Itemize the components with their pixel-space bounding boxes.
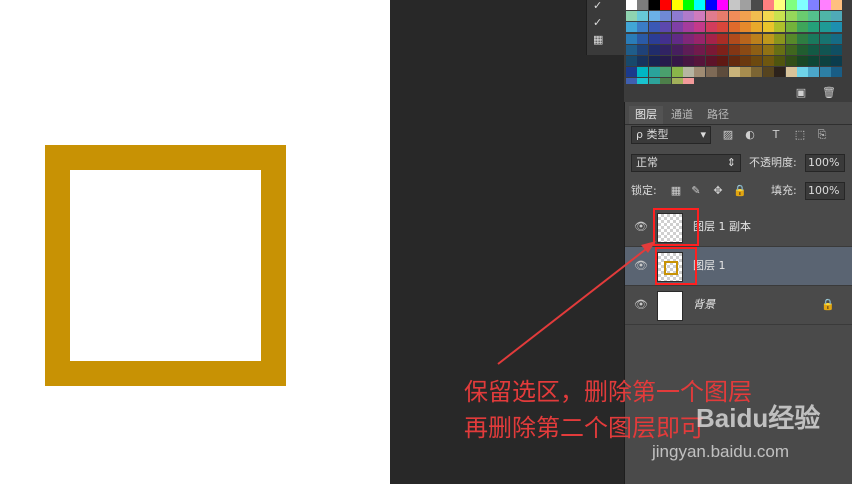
watermark-url: jingyan.baidu.com (652, 442, 790, 461)
baidu-logo-watermark: Baidu经验 (696, 403, 821, 433)
annotation-line-2: 再删除第二个图层即可 (464, 414, 704, 442)
